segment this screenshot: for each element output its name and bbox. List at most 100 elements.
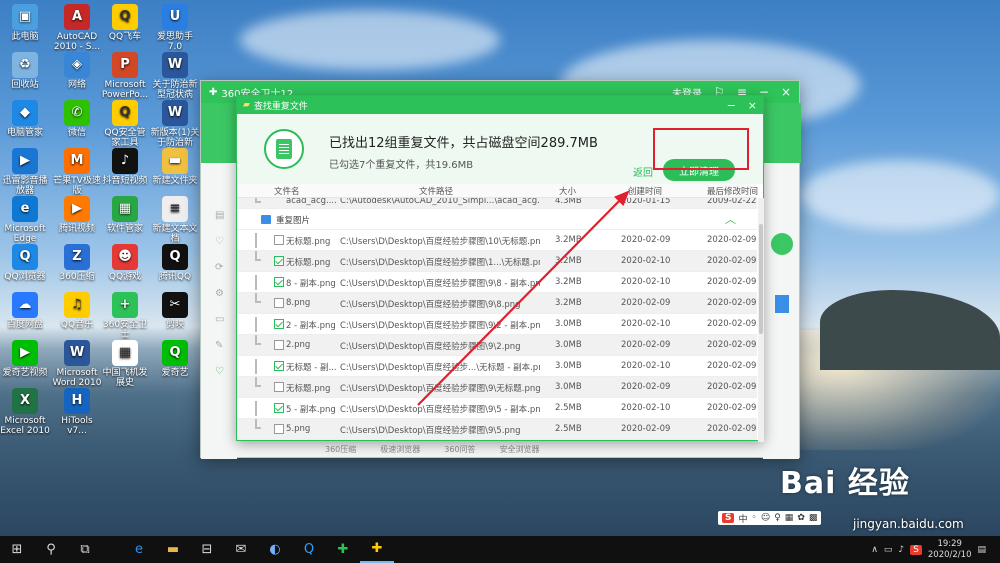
desktop-icon[interactable]: ▦ 软件管家 xyxy=(100,196,150,234)
desktop-icon[interactable]: ✂ 剪映 xyxy=(150,292,200,330)
desktop-icon[interactable]: Z 360压缩 xyxy=(52,244,102,282)
desktop-icon[interactable]: X Microsoft Excel 2010 xyxy=(0,388,50,436)
chevron-up-icon[interactable]: ︿ xyxy=(725,211,736,227)
bottom-link[interactable]: 极速浏览器 xyxy=(380,444,420,455)
row-checkbox[interactable] xyxy=(274,298,284,308)
desktop-icon[interactable]: ▶ 爱奇艺视频 xyxy=(0,340,50,378)
desktop-icon[interactable]: ☁ 百度网盘 xyxy=(0,292,50,330)
desktop-icon[interactable]: ✆ 微信 xyxy=(52,100,102,138)
desktop-icon[interactable]: U 爱思助手7.0 xyxy=(150,4,200,52)
desktop-icon[interactable]: Q QQ安全管家工具 xyxy=(100,100,150,148)
desktop-icon[interactable]: ◈ 网络 xyxy=(52,52,102,90)
media-player-icon[interactable]: ◐ xyxy=(258,536,292,563)
row-checkbox[interactable] xyxy=(274,424,284,434)
row-checkbox[interactable] xyxy=(274,403,284,413)
clock[interactable]: 19:29 2020/2/10 xyxy=(928,539,972,561)
desktop-icon[interactable]: ▶ 腾讯视频 xyxy=(52,196,102,234)
desktop-icon[interactable]: ♫ QQ音乐 xyxy=(52,292,102,330)
ime-toolbar[interactable]: S 中 ◦ ☺ ♀ ▦ ✿ ▩ xyxy=(718,511,822,525)
network-icon[interactable]: ▭ xyxy=(884,545,893,555)
mic-icon[interactable]: ♀ xyxy=(774,513,781,523)
table-row[interactable]: 8.png C:\Users\D\Desktop\百度经验步骤图\9\8.png 3… xyxy=(237,293,757,314)
dialog-title: 查找重复文件 xyxy=(253,101,308,112)
ime-lang[interactable]: 中 xyxy=(738,512,747,525)
table-row[interactable]: acad_acg.... C:\Autodesk\AutoCAD_2010_Si… xyxy=(237,198,757,209)
desktop-icon[interactable]: ♻ 回收站 xyxy=(0,52,50,90)
keyboard-icon[interactable]: ▦ xyxy=(785,513,794,523)
bottom-link[interactable]: 360问答 xyxy=(444,444,475,455)
group-header[interactable]: 重复图片 ︿ xyxy=(237,209,757,230)
desktop-icon[interactable]: ▣ 此电脑 xyxy=(0,4,50,42)
desktop-icon[interactable]: Q 爱奇艺 xyxy=(150,340,200,378)
column-header-mtime[interactable]: 最后修改时间 xyxy=(707,185,758,197)
table-row[interactable]: 5 - 副本.png C:\Users\D\Desktop\百度经验步骤图\9\5… xyxy=(237,398,757,419)
row-checkbox[interactable] xyxy=(274,319,284,329)
table-row[interactable]: 无标题 - 副... C:\Users\D\Desktop\百度经验步...\无标… xyxy=(237,356,757,377)
punct-icon[interactable]: ◦ xyxy=(752,513,757,523)
360-safe-icon[interactable]: ✚ xyxy=(360,536,394,563)
emoji-icon[interactable]: ☺ xyxy=(761,513,770,523)
bottom-link[interactable]: 360压缩 xyxy=(325,444,356,455)
desktop-icon[interactable]: P Microsoft PowerPo... xyxy=(100,52,150,100)
bottom-link[interactable]: 安全浏览器 xyxy=(500,444,540,455)
row-checkbox[interactable] xyxy=(274,340,284,350)
table-row[interactable]: 无标题.png C:\Users\D\Desktop\百度经验步骤图\9\无标题.… xyxy=(237,377,757,398)
dialog-close-icon[interactable]: × xyxy=(748,99,757,112)
desktop-icon[interactable]: Q QQ浏览器 xyxy=(0,244,50,282)
desktop-icon[interactable]: +360安全卫士 xyxy=(100,292,150,340)
desktop-icon[interactable]: ▶ 迅雷影音播放器 xyxy=(0,148,50,196)
desktop-icon[interactable]: W Microsoft Word 2010 xyxy=(52,340,102,388)
table-row[interactable]: 8 - 副本.png C:\Users\D\Desktop\百度经验步骤图\9\8… xyxy=(237,272,757,293)
table-row[interactable]: 无标题.png C:\Users\D\Desktop\百度经验步骤图\10\无标题… xyxy=(237,230,757,251)
tray-chevron-icon[interactable]: ∧ xyxy=(871,545,878,555)
start-icon[interactable]: ⊞ xyxy=(0,536,34,563)
file-explorer-icon[interactable]: ▬ xyxy=(156,536,190,563)
sogou-tray-icon[interactable]: S xyxy=(910,544,922,555)
skin-icon[interactable]: ✿ xyxy=(797,513,805,523)
desktop-icon[interactable]: e Microsoft Edge xyxy=(0,196,50,244)
desktop-icon[interactable]: ▬ 新建文件夹 xyxy=(150,148,200,186)
apps-icon[interactable]: ▩ xyxy=(809,513,818,523)
column-header-ctime[interactable]: 创建时间 xyxy=(628,185,662,197)
desktop-icon[interactable]: M 芒果TV极速版 xyxy=(52,148,102,196)
mail-icon[interactable]: ✉ xyxy=(224,536,258,563)
desktop-icon[interactable]: ◆ 电脑管家 xyxy=(0,100,50,138)
row-checkbox[interactable] xyxy=(274,235,284,245)
desktop-icon[interactable]: ☻ QQ游戏 xyxy=(100,244,150,282)
back-link[interactable]: 返回 xyxy=(633,164,653,179)
desktop-icon[interactable]: ♪ 抖音短视频 xyxy=(100,148,150,186)
desktop-icon[interactable]: H HiTools v7... xyxy=(52,388,102,436)
vertical-scrollbar[interactable] xyxy=(758,198,764,442)
browser-icon[interactable]: Q xyxy=(292,536,326,563)
table-row[interactable]: 无标题.png C:\Users\D\Desktop\百度经验步骤图\1...\无… xyxy=(237,251,757,272)
volume-icon[interactable]: ♪ xyxy=(898,545,904,555)
desktop-icon[interactable]: Q 腾讯QQ xyxy=(150,244,200,282)
table-row[interactable]: 2.png C:\Users\D\Desktop\百度经验步骤图\9\2.png 3… xyxy=(237,335,757,356)
row-checkbox[interactable] xyxy=(274,256,284,266)
column-header-size[interactable]: 大小 xyxy=(559,185,576,197)
table-row[interactable]: 5.png C:\Users\D\Desktop\百度经验步骤图\9\5.png 2… xyxy=(237,419,757,440)
desktop-icon[interactable]: ▦ 中国飞机发展史 xyxy=(100,340,150,388)
search-icon[interactable]: ⚲ xyxy=(34,536,68,563)
360-browser-icon[interactable]: ✚ xyxy=(326,536,360,563)
row-checkbox[interactable] xyxy=(274,277,284,287)
row-checkbox[interactable] xyxy=(274,382,284,392)
dialog-titlebar[interactable]: ▰ 查找重复文件 − × xyxy=(237,96,763,114)
file-mtime: 2020-02-09 xyxy=(707,361,757,371)
desktop-icon[interactable]: ≡ 新建文本文档 xyxy=(150,196,200,244)
cloud xyxy=(800,160,1000,230)
column-header-name[interactable]: 文件名 xyxy=(274,185,300,197)
table-row[interactable]: 2 - 副本.png C:\Users\D\Desktop\百度经验步骤图\9\2… xyxy=(237,314,757,335)
task-view-icon[interactable]: ⧉ xyxy=(68,536,102,563)
edge-icon[interactable]: e xyxy=(122,536,156,563)
scrollbar-thumb[interactable] xyxy=(759,224,763,334)
desktop-icon[interactable]: A AutoCAD 2010 - S... xyxy=(52,4,102,52)
dialog-minimize-icon[interactable]: − xyxy=(727,99,736,112)
row-checkbox[interactable] xyxy=(274,361,284,371)
store-icon[interactable]: ⊟ xyxy=(190,536,224,563)
notifications-icon[interactable]: ▤ xyxy=(977,545,986,555)
file-ctime: 2020-02-10 xyxy=(621,256,671,266)
close-icon[interactable]: × xyxy=(781,85,791,99)
column-header-path[interactable]: 文件路径 xyxy=(419,185,453,197)
desktop-icon[interactable]: Q QQ飞车 xyxy=(100,4,150,42)
